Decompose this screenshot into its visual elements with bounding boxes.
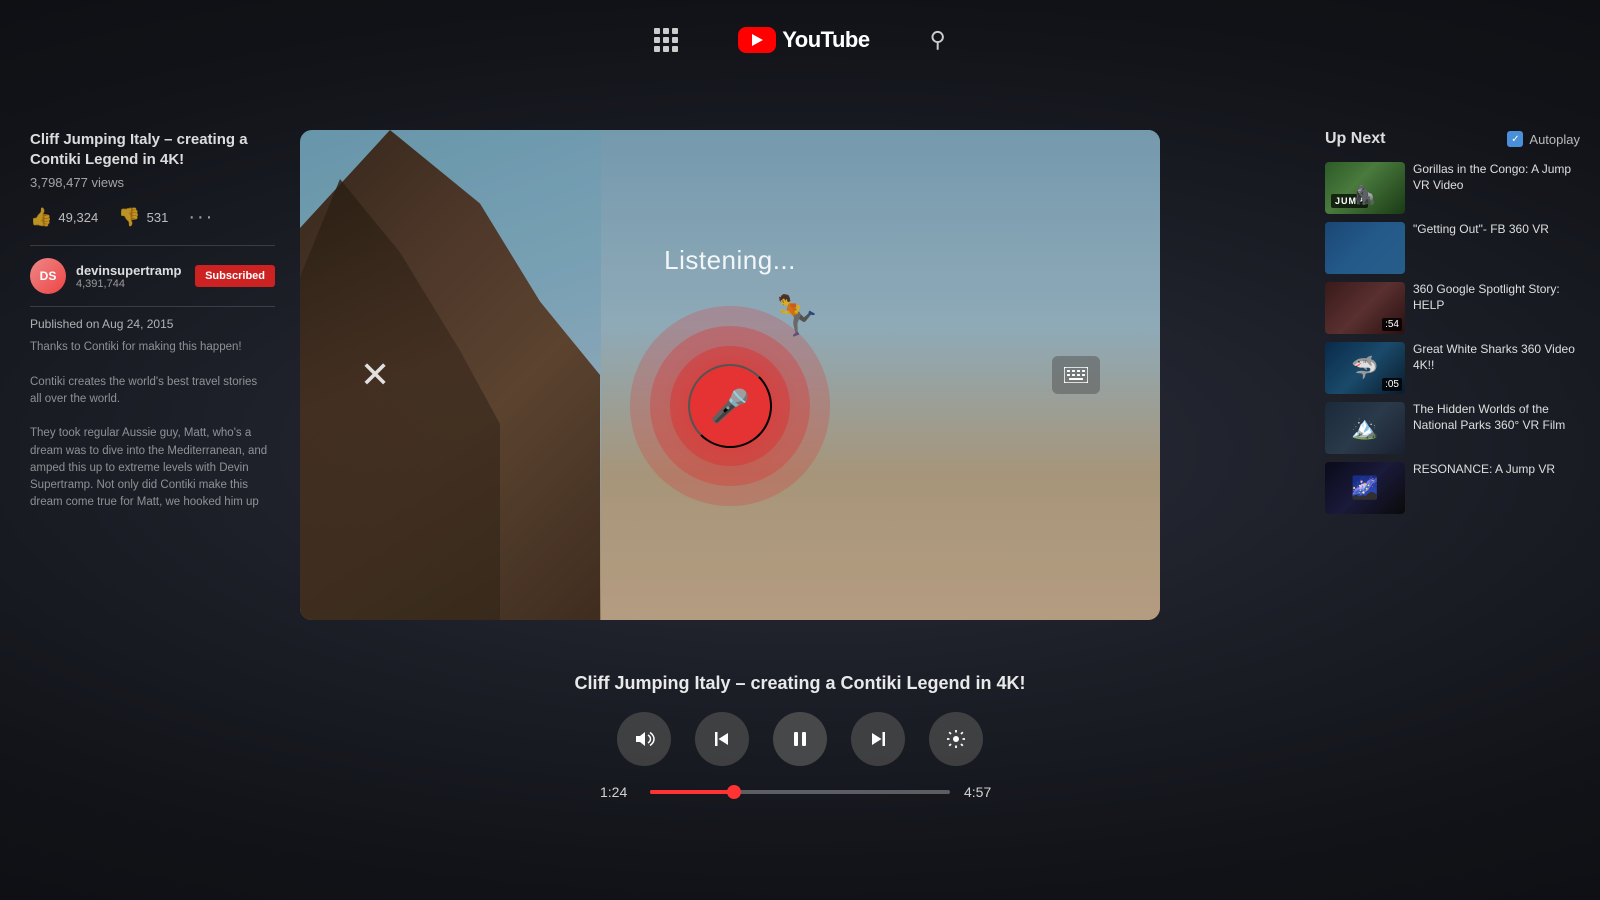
dislike-count: 531 bbox=[147, 210, 169, 225]
keyboard-button[interactable] bbox=[1052, 356, 1100, 394]
desc-line5: dream was to dive into the Mediterranean… bbox=[30, 443, 275, 460]
playlist-info-resonance: RESONANCE: A Jump VR bbox=[1413, 462, 1580, 514]
channel-row: DS devinsupertramp 4,391,744 Subscribed bbox=[30, 258, 275, 294]
playlist-title-google-spotlight: 360 Google Spotlight Story: HELP bbox=[1413, 282, 1580, 313]
settings-button[interactable] bbox=[929, 712, 983, 766]
progress-knob bbox=[727, 785, 741, 799]
desc-line3: all over the world. bbox=[30, 391, 275, 408]
progress-bar-container[interactable]: 1:24 4:57 bbox=[600, 784, 1000, 800]
progress-fill bbox=[650, 790, 735, 794]
playlist-info-hidden-worlds: The Hidden Worlds of the National Parks … bbox=[1413, 402, 1580, 454]
playlist-title-resonance: RESONANCE: A Jump VR bbox=[1413, 462, 1580, 478]
up-next-title: Up Next bbox=[1325, 130, 1385, 148]
volume-button[interactable] bbox=[617, 712, 671, 766]
up-next-panel: Up Next ✓ Autoplay JUMP 🦍 Gorillas in th… bbox=[1305, 130, 1600, 522]
youtube-icon bbox=[738, 27, 776, 53]
video-title-bottom: Cliff Jumping Italy – creating a Contiki… bbox=[574, 673, 1025, 694]
video-background: 🏃 Listening... 🎤 ✕ bbox=[300, 130, 1160, 620]
subscribe-button[interactable]: Subscribed bbox=[195, 265, 275, 287]
autoplay-row[interactable]: ✓ Autoplay bbox=[1507, 131, 1580, 147]
microphone-icon: 🎤 bbox=[710, 387, 750, 425]
autoplay-label: Autoplay bbox=[1529, 132, 1580, 147]
like-bar: 👍 49,324 👎 531 ··· bbox=[30, 206, 275, 229]
volume-icon bbox=[633, 728, 655, 750]
playlist-title-getting-out: "Getting Out"- FB 360 VR bbox=[1413, 222, 1580, 238]
skip-next-icon bbox=[867, 728, 889, 750]
total-time: 4:57 bbox=[964, 784, 1000, 800]
playlist-item-google-spotlight[interactable]: :54 360 Google Spotlight Story: HELP bbox=[1325, 282, 1580, 334]
listening-text: Listening... bbox=[664, 245, 796, 276]
playlist-item-hidden-worlds[interactable]: 🏔️ The Hidden Worlds of the National Par… bbox=[1325, 402, 1580, 454]
video-player[interactable]: 🏃 Listening... 🎤 ✕ bbox=[300, 130, 1160, 620]
next-button[interactable] bbox=[851, 712, 905, 766]
playlist-item-getting-out[interactable]: "Getting Out"- FB 360 VR bbox=[1325, 222, 1580, 274]
channel-info: devinsupertramp 4,391,744 bbox=[76, 263, 185, 290]
divider bbox=[30, 245, 275, 246]
desc-line2: Contiki creates the world's best travel … bbox=[30, 374, 275, 391]
desc-line1: Thanks to Contiki for making this happen… bbox=[30, 339, 275, 356]
playlist-info-getting-out: "Getting Out"- FB 360 VR bbox=[1413, 222, 1580, 274]
playlist-title-sharks: Great White Sharks 360 Video 4K!! bbox=[1413, 342, 1580, 373]
progress-track[interactable] bbox=[650, 790, 950, 794]
video-views: 3,798,477 views bbox=[30, 175, 275, 190]
video-info-panel: Cliff Jumping Italy – creating a Contiki… bbox=[0, 130, 295, 512]
dislike-item[interactable]: 👎 531 bbox=[118, 207, 168, 228]
pause-icon bbox=[789, 728, 811, 750]
channel-subs: 4,391,744 bbox=[76, 278, 185, 290]
bottom-controls: Cliff Jumping Italy – creating a Contiki… bbox=[0, 673, 1600, 800]
pause-button[interactable] bbox=[773, 712, 827, 766]
playlist-thumb-getting-out bbox=[1325, 222, 1405, 274]
playlist-title-gorillas: Gorillas in the Congo: A Jump VR Video bbox=[1413, 162, 1580, 193]
microphone-button[interactable]: 🎤 bbox=[688, 364, 772, 448]
voice-search-overlay: Listening... 🎤 bbox=[300, 130, 1160, 620]
search-icon[interactable]: ⚲ bbox=[930, 27, 946, 53]
thumbs-up-icon: 👍 bbox=[30, 207, 52, 228]
microphone-container: 🎤 bbox=[630, 306, 830, 506]
playlist-info-sharks: Great White Sharks 360 Video 4K!! bbox=[1413, 342, 1580, 394]
skip-previous-icon bbox=[711, 728, 733, 750]
playlist-thumb-sharks: :05 🦈 bbox=[1325, 342, 1405, 394]
video-title-side: Cliff Jumping Italy – creating a Contiki… bbox=[30, 130, 275, 169]
autoplay-checkbox[interactable]: ✓ bbox=[1507, 131, 1523, 147]
controls-row bbox=[617, 712, 983, 766]
playlist-item-sharks[interactable]: :05 🦈 Great White Sharks 360 Video 4K!! bbox=[1325, 342, 1580, 394]
top-navigation: YouTube ⚲ bbox=[0, 0, 1600, 80]
close-voice-button[interactable]: ✕ bbox=[360, 354, 390, 396]
duration-google-spotlight: :54 bbox=[1382, 318, 1402, 331]
keyboard-icon bbox=[1064, 367, 1088, 383]
youtube-logo[interactable]: YouTube bbox=[738, 27, 869, 53]
description-text: Thanks to Contiki for making this happen… bbox=[30, 339, 275, 512]
playlist-item-resonance[interactable]: 🌌 RESONANCE: A Jump VR bbox=[1325, 462, 1580, 514]
divider2 bbox=[30, 306, 275, 307]
channel-name[interactable]: devinsupertramp bbox=[76, 263, 185, 278]
playlist-title-hidden-worlds: The Hidden Worlds of the National Parks … bbox=[1413, 402, 1580, 433]
publish-date: Published on Aug 24, 2015 bbox=[30, 317, 275, 331]
playlist-thumb-hidden-worlds: 🏔️ bbox=[1325, 402, 1405, 454]
settings-icon bbox=[945, 728, 967, 750]
desc-line7: Supertramp. Not only did Contiki make th… bbox=[30, 477, 275, 494]
more-options-icon[interactable]: ··· bbox=[188, 206, 214, 229]
desc-line8: dream come true for Matt, we hooked him … bbox=[30, 494, 275, 511]
like-count: 49,324 bbox=[58, 210, 98, 225]
current-time: 1:24 bbox=[600, 784, 636, 800]
up-next-header: Up Next ✓ Autoplay bbox=[1325, 130, 1580, 148]
playlist-thumb-gorillas: JUMP 🦍 bbox=[1325, 162, 1405, 214]
playlist-info-google-spotlight: 360 Google Spotlight Story: HELP bbox=[1413, 282, 1580, 334]
playlist-thumb-google-spotlight: :54 bbox=[1325, 282, 1405, 334]
desc-line4: They took regular Aussie guy, Matt, who'… bbox=[30, 425, 275, 442]
youtube-text: YouTube bbox=[782, 27, 869, 53]
grid-menu-icon[interactable] bbox=[654, 28, 678, 52]
like-item[interactable]: 👍 49,324 bbox=[30, 207, 98, 228]
playlist-item-gorillas[interactable]: JUMP 🦍 Gorillas in the Congo: A Jump VR … bbox=[1325, 162, 1580, 214]
desc-line6: amped this up to extreme levels with Dev… bbox=[30, 460, 275, 477]
channel-avatar[interactable]: DS bbox=[30, 258, 66, 294]
playlist-info-gorillas: Gorillas in the Congo: A Jump VR Video bbox=[1413, 162, 1580, 214]
playlist-thumb-resonance: 🌌 bbox=[1325, 462, 1405, 514]
previous-button[interactable] bbox=[695, 712, 749, 766]
thumbs-down-icon: 👎 bbox=[118, 207, 140, 228]
